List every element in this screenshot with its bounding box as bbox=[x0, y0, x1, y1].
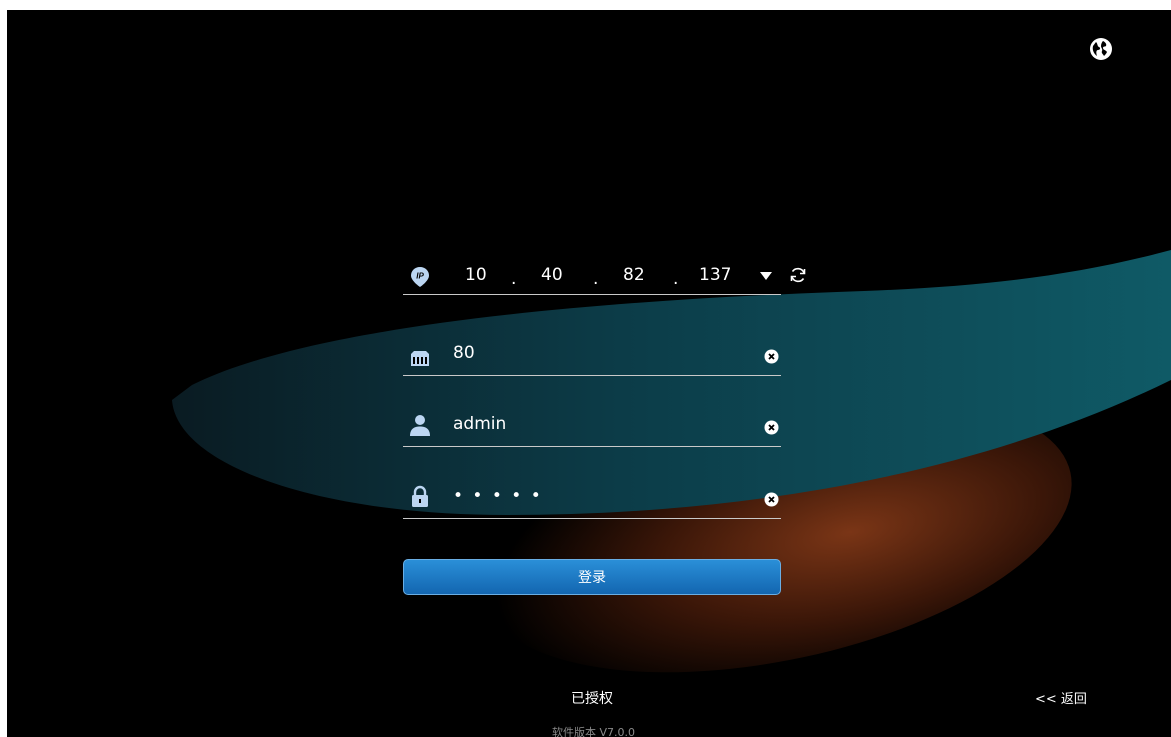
software-version: 软件版本 V7.0.0 bbox=[552, 726, 636, 737]
port-value[interactable]: 80 bbox=[453, 342, 475, 364]
password-field[interactable]: • • • • • bbox=[403, 482, 781, 519]
back-link[interactable]: << 返回 bbox=[1035, 688, 1087, 707]
ip-pin-icon: IP bbox=[411, 267, 429, 287]
globe-icon[interactable] bbox=[1089, 37, 1113, 61]
svg-text:IP: IP bbox=[416, 272, 424, 281]
ip-segment-2[interactable]: 40 bbox=[541, 264, 563, 286]
clear-icon[interactable] bbox=[764, 492, 779, 507]
refresh-icon[interactable] bbox=[789, 266, 807, 284]
username-field[interactable]: admin bbox=[403, 410, 781, 447]
ip-separator: . bbox=[511, 269, 517, 289]
ip-separator: . bbox=[673, 269, 679, 289]
lock-icon bbox=[412, 485, 428, 507]
ip-separator: . bbox=[593, 269, 599, 289]
username-value[interactable]: admin bbox=[453, 413, 506, 435]
login-screen: IP 10 . 40 . 82 . 137 80 admin • • • • •… bbox=[7, 10, 1171, 737]
ip-segment-1[interactable]: 10 bbox=[465, 264, 487, 286]
ip-address-field: IP 10 . 40 . 82 . 137 bbox=[403, 264, 806, 295]
clear-icon[interactable] bbox=[764, 349, 779, 364]
clear-icon[interactable] bbox=[764, 420, 779, 435]
ip-segment-3[interactable]: 82 bbox=[623, 264, 645, 286]
port-icon bbox=[411, 351, 429, 366]
dropdown-arrow-icon[interactable] bbox=[759, 271, 773, 281]
port-field[interactable]: 80 bbox=[403, 340, 781, 376]
login-button[interactable]: 登录 bbox=[403, 559, 781, 595]
ip-segment-4[interactable]: 137 bbox=[699, 264, 731, 286]
license-status: 已授权 bbox=[571, 691, 613, 707]
user-icon bbox=[410, 415, 430, 436]
password-value[interactable]: • • • • • bbox=[453, 485, 543, 507]
